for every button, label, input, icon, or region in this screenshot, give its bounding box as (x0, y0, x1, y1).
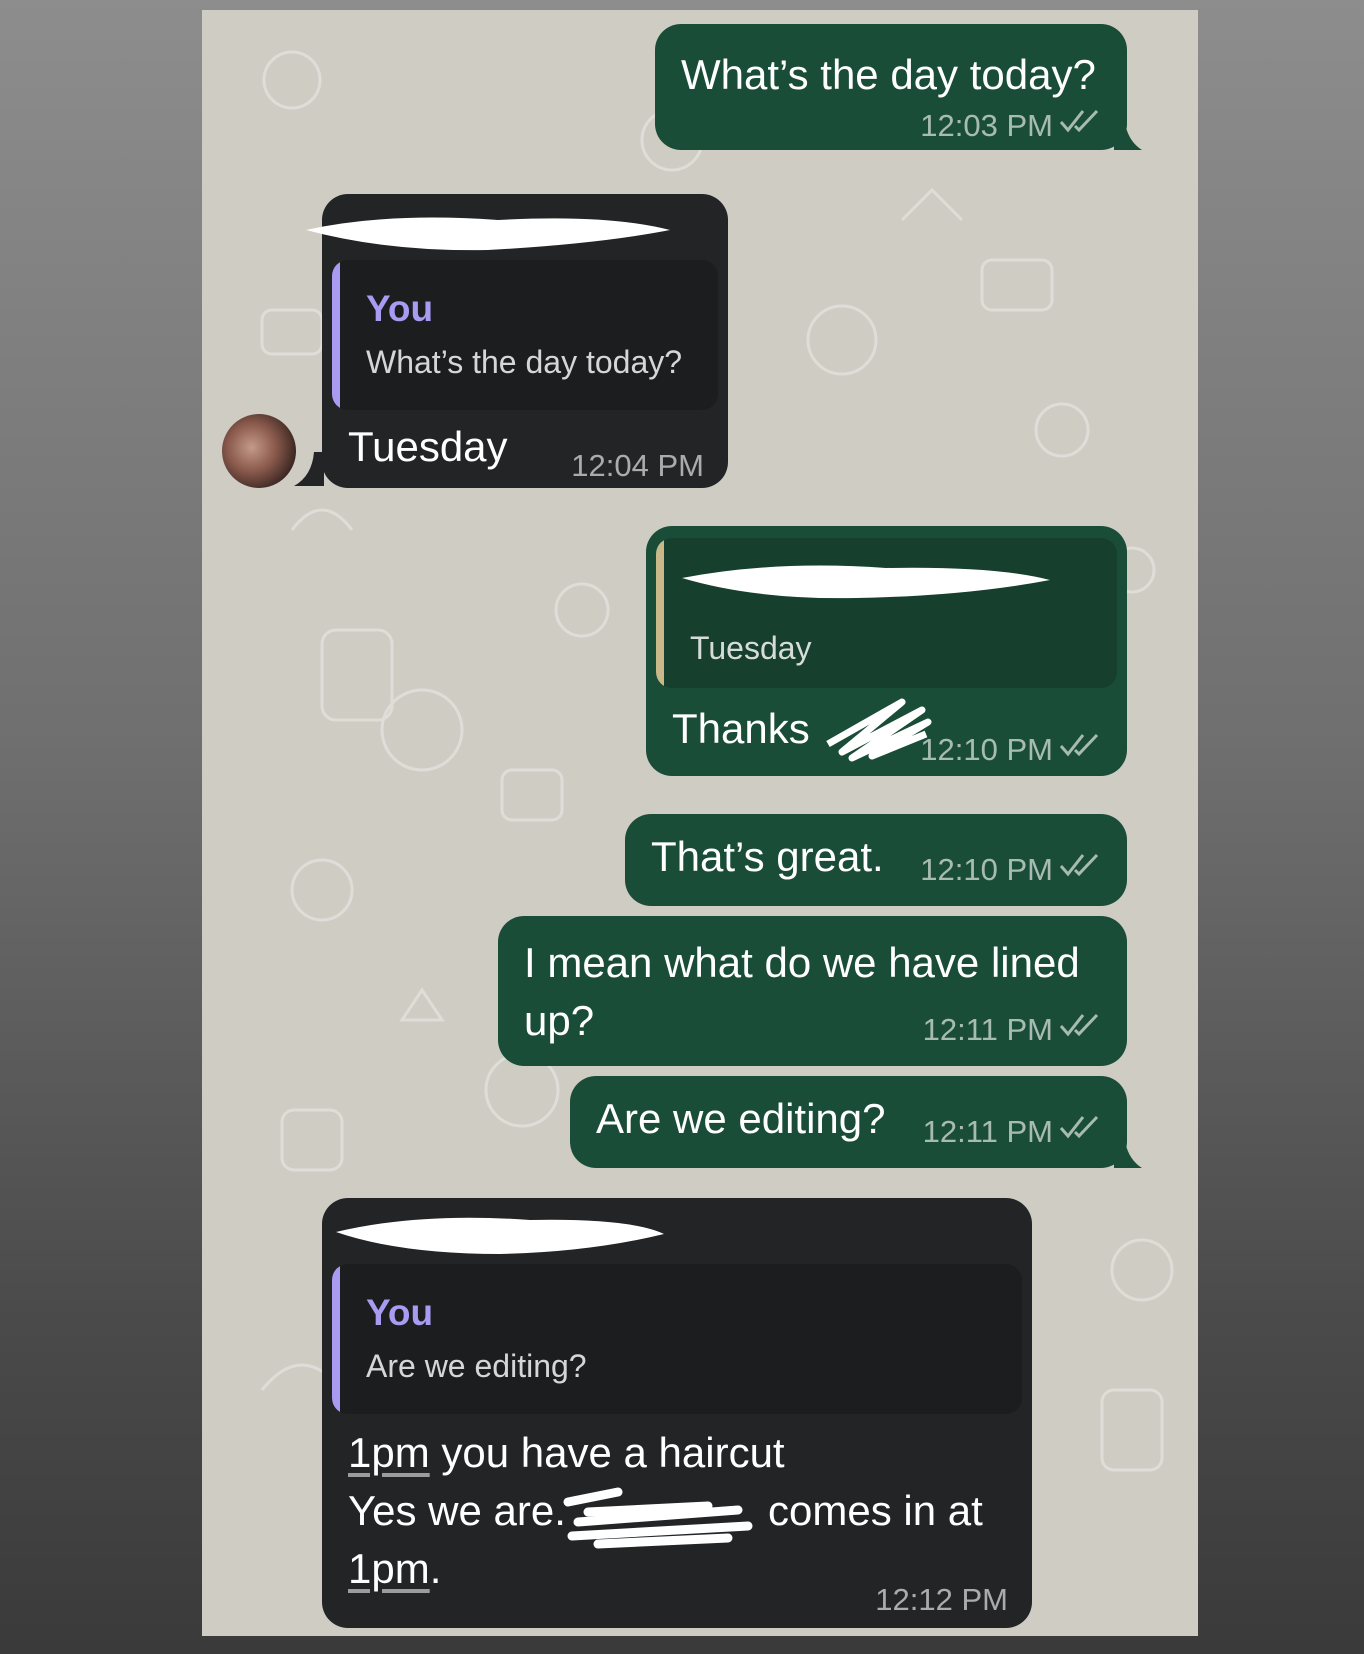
message-bubble-incoming[interactable]: You What’s the day today? Tuesday 12:04 … (306, 194, 728, 488)
message-time: 12:11 PM (922, 1114, 1053, 1149)
redacted-sender-name (682, 565, 1050, 599)
message-text-part: you have a haircut (429, 1429, 785, 1476)
reply-author: You (366, 288, 434, 329)
reply-author: You (366, 1292, 434, 1333)
bubble-tail (1114, 116, 1142, 150)
message-bubble-outgoing[interactable]: I mean what do we have lined up? 12:11 P… (498, 916, 1127, 1066)
bubble-tail (294, 452, 324, 486)
double-check-icon (1059, 109, 1099, 133)
message-bubble-outgoing[interactable]: What’s the day today? 12:03 PM (655, 24, 1127, 150)
chat-window: What’s the day today? 12:03 PM You What’… (202, 10, 1198, 1636)
message-time: 12:11 PM (922, 1012, 1053, 1047)
redacted-scribble (826, 698, 932, 762)
message-text-part: . (429, 1545, 442, 1592)
double-check-icon (1059, 1013, 1099, 1037)
reply-quote-bar (332, 1264, 340, 1414)
contact-avatar[interactable] (222, 414, 296, 488)
message-text-line-2: up? (524, 997, 595, 1044)
reply-quote-bar (656, 538, 664, 688)
message-text-line-1: I mean what do we have lined (524, 939, 1080, 986)
message-text-part: Yes we are. (348, 1487, 566, 1534)
message-bubble-incoming[interactable]: You Are we editing? 1pm you have a hairc… (322, 1198, 1032, 1628)
reply-quote-bar (332, 260, 340, 410)
double-check-icon (1059, 853, 1099, 877)
reply-quote[interactable]: You Are we editing? (332, 1264, 1022, 1414)
message-time: 12:10 PM (920, 732, 1053, 767)
message-bubble-outgoing[interactable]: That’s great. 12:10 PM (625, 814, 1127, 906)
message-text-part: comes in at (768, 1487, 983, 1534)
message-time: 12:12 PM (875, 1582, 1008, 1617)
message-bubble-outgoing[interactable]: Tuesday Thanks 12:10 PM (646, 526, 1127, 776)
message-text-line-3: 1pm. (348, 1540, 441, 1598)
reply-text: Are we editing? (366, 1348, 587, 1384)
time-link[interactable]: 1pm (348, 1545, 430, 1592)
message-text: Tuesday (348, 423, 508, 470)
message-text-line-2: Yes we are. comes in at (348, 1482, 983, 1540)
redacted-scribble (563, 1487, 753, 1549)
message-text: That’s great. (651, 833, 884, 880)
reply-text: What’s the day today? (366, 344, 683, 380)
reply-quote[interactable]: You What’s the day today? (332, 260, 718, 410)
message-text: Are we editing? (596, 1095, 886, 1142)
reply-text: Tuesday (690, 630, 812, 666)
message-text: What’s the day today? (681, 51, 1096, 98)
message-time: 12:04 PM (571, 448, 704, 483)
message-text-line-1: 1pm you have a haircut (348, 1424, 785, 1482)
double-check-icon (1059, 733, 1099, 757)
double-check-icon (1059, 1115, 1099, 1139)
message-text: Thanks (672, 705, 810, 752)
reply-quote[interactable]: Tuesday (656, 538, 1117, 688)
message-bubble-outgoing[interactable]: Are we editing? 12:11 PM (570, 1076, 1127, 1168)
time-link[interactable]: 1pm (348, 1429, 430, 1476)
redacted-sender-name (306, 217, 670, 251)
message-time: 12:10 PM (920, 852, 1053, 887)
redacted-sender-name (336, 1217, 664, 1254)
bubble-tail (1114, 1134, 1142, 1168)
message-time: 12:03 PM (920, 108, 1053, 143)
